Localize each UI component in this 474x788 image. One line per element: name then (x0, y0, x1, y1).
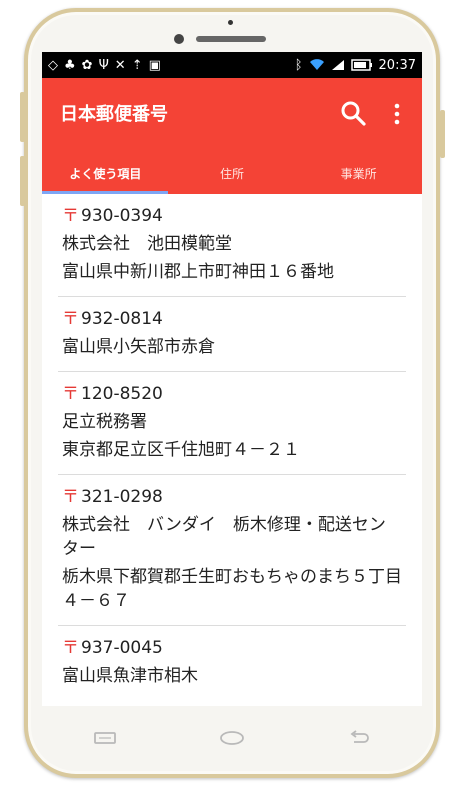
postal-mark-icon: 〒 (62, 638, 79, 658)
item-address: 富山県小矢部市赤倉 (62, 337, 215, 357)
item-address: 東京都足立区千住旭町４－２１ (62, 440, 300, 460)
favorites-list: 〒 930-0394 株式会社 池田模範堂 富山県中新川郡上市町神田１６番地 〒… (42, 194, 422, 700)
item-address: 栃木県下都賀郡壬生町おもちゃのまち５丁目４－６７ (62, 567, 402, 611)
bluetooth-icon: ᛒ (294, 57, 303, 73)
app-notification-icon: ♣ (64, 57, 76, 73)
search-icon[interactable] (340, 100, 366, 126)
notification-icons: ◇ ♣ ✿ Ψ ✕ ⇡ ▣ (48, 58, 161, 73)
settings-notification-icon: ✿ (81, 57, 93, 73)
navigation-bar (42, 706, 422, 770)
postal-mark-icon: 〒 (62, 487, 79, 507)
upload-icon: ⇡ (131, 57, 143, 73)
item-name: 株式会社 池田模範堂 (62, 234, 232, 254)
side-button-right (440, 110, 445, 158)
front-camera (174, 34, 184, 44)
tab-favorites[interactable]: よく使う項目 (42, 152, 169, 194)
list-item[interactable]: 〒 930-0394 株式会社 池田模範堂 富山県中新川郡上市町神田１６番地 (58, 194, 406, 297)
back-icon[interactable] (345, 730, 373, 746)
sensor-dot (228, 20, 233, 25)
home-icon[interactable] (218, 730, 246, 746)
tab-office[interactable]: 事業所 (295, 152, 422, 194)
app-title: 日本郵便番号 (60, 104, 168, 125)
item-name: 足立税務署 (62, 412, 147, 432)
postal-code: 932-0814 (81, 309, 163, 329)
app-bar: 日本郵便番号 (42, 78, 422, 152)
postal-mark-icon: 〒 (62, 309, 79, 329)
item-name: 株式会社 バンダイ 栃木修理・配送センター (62, 515, 386, 559)
postal-code: 321-0298 (81, 487, 163, 507)
postal-code-row: 〒 321-0298 (62, 485, 402, 509)
tab-address[interactable]: 住所 (169, 152, 296, 194)
item-address: 富山県魚津市相木 (62, 666, 198, 686)
usb-icon: Ψ (98, 57, 109, 73)
postal-code: 120-8520 (81, 384, 163, 404)
screen: ◇ ♣ ✿ Ψ ✕ ⇡ ▣ ᛒ 20:37 日本郵便番号 よく使う項目 住所 事… (42, 52, 422, 706)
status-bar: ◇ ♣ ✿ Ψ ✕ ⇡ ▣ ᛒ 20:37 (42, 52, 422, 78)
list-item[interactable]: 〒 321-0298 株式会社 バンダイ 栃木修理・配送センター 栃木県下都賀郡… (58, 475, 406, 626)
battery-icon (350, 59, 373, 71)
list-item[interactable]: 〒 932-0814 富山県小矢部市赤倉 (58, 297, 406, 372)
wifi-icon (309, 59, 325, 71)
list-item[interactable]: 〒 120-8520 足立税務署 東京都足立区千住旭町４－２１ (58, 372, 406, 475)
volume-button (20, 92, 25, 142)
power-button (20, 156, 25, 206)
tab-bar: よく使う項目 住所 事業所 (42, 152, 422, 194)
postal-mark-icon: 〒 (62, 384, 79, 404)
system-status: ᛒ 20:37 (295, 58, 416, 73)
recent-apps-icon[interactable] (91, 730, 119, 746)
postal-code-row: 〒 120-8520 (62, 382, 402, 406)
postal-code-row: 〒 937-0045 (62, 636, 402, 660)
postal-mark-icon: 〒 (62, 206, 79, 226)
tools-icon: ✕ (114, 57, 126, 73)
status-time: 20:37 (378, 57, 416, 73)
postal-code-row: 〒 930-0394 (62, 204, 402, 228)
postal-code-row: 〒 932-0814 (62, 307, 402, 331)
list-item[interactable]: 〒 937-0045 富山県魚津市相木 (58, 626, 406, 700)
earpiece-speaker (196, 36, 266, 42)
image-notification-icon: ▣ (148, 57, 161, 73)
vpn-icon: ◇ (48, 57, 58, 73)
postal-code: 937-0045 (81, 638, 163, 658)
postal-code: 930-0394 (81, 206, 163, 226)
item-address: 富山県中新川郡上市町神田１６番地 (62, 262, 334, 282)
signal-icon (331, 59, 345, 71)
more-vert-icon[interactable] (392, 102, 402, 126)
tab-indicator (42, 191, 168, 194)
